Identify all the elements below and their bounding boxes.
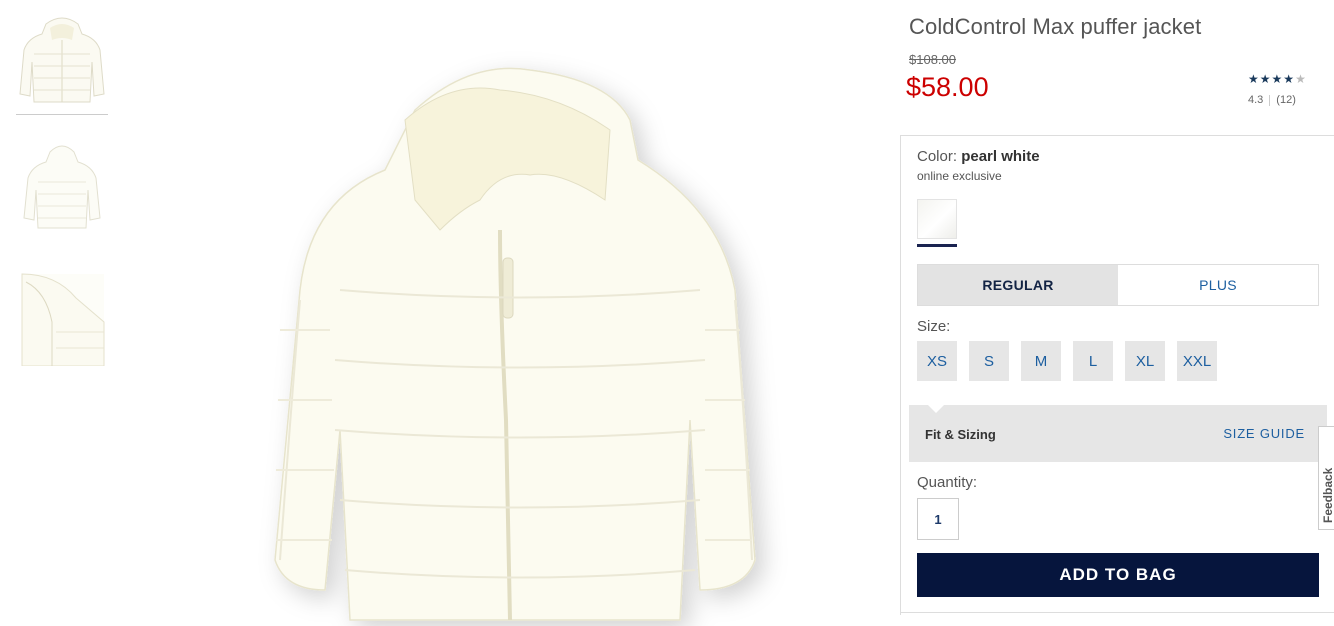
star-icon: ★ bbox=[1271, 72, 1283, 86]
size-button-m[interactable]: M bbox=[1021, 341, 1061, 381]
star-icon: ★ bbox=[1248, 72, 1259, 86]
size-button-s[interactable]: S bbox=[969, 341, 1009, 381]
rating-value: 4.3 bbox=[1248, 94, 1264, 106]
rating-stars: ★ ★ ★ ★ ★ bbox=[1248, 72, 1328, 86]
original-price: $108.00 bbox=[909, 52, 956, 67]
size-options: XS S M L XL XXL bbox=[917, 341, 1217, 381]
thumbnail-back[interactable] bbox=[16, 136, 108, 240]
product-rating[interactable]: ★ ★ ★ ★ ★ 4.3 (12) bbox=[1248, 72, 1328, 106]
tab-regular[interactable]: REGULAR bbox=[918, 265, 1118, 305]
fit-sizing-box: Fit & Sizing SIZE GUIDE bbox=[909, 404, 1327, 462]
fit-tabs: REGULAR PLUS bbox=[917, 264, 1319, 306]
fit-sizing-title: Fit & Sizing bbox=[925, 427, 996, 442]
sale-price: $58.00 bbox=[906, 72, 989, 102]
product-title: ColdControl Max puffer jacket bbox=[909, 14, 1202, 39]
add-to-bag-button[interactable]: ADD TO BAG bbox=[917, 553, 1319, 597]
star-icon: ★ bbox=[1283, 72, 1295, 86]
size-button-xl[interactable]: XL bbox=[1125, 341, 1165, 381]
online-exclusive-note: online exclusive bbox=[917, 169, 1002, 183]
size-button-l[interactable]: L bbox=[1073, 341, 1113, 381]
color-label-text: Color: bbox=[917, 148, 958, 165]
size-guide-link[interactable]: SIZE GUIDE bbox=[1223, 426, 1305, 441]
size-button-xxl[interactable]: XXL bbox=[1177, 341, 1217, 381]
color-label: Color: pearl white bbox=[917, 148, 1040, 165]
quantity-input[interactable]: 1 bbox=[917, 498, 959, 540]
size-label: Size: bbox=[917, 318, 951, 335]
panel-divider bbox=[900, 612, 1334, 613]
feedback-label: Feedback bbox=[1321, 467, 1334, 523]
tab-plus[interactable]: PLUS bbox=[1118, 265, 1318, 305]
quantity-label: Quantity: bbox=[917, 474, 978, 491]
size-button-xs[interactable]: XS bbox=[917, 341, 957, 381]
thumbnail-detail[interactable] bbox=[16, 262, 108, 366]
swatch-selected-indicator bbox=[917, 244, 957, 247]
star-icon: ★ bbox=[1259, 72, 1271, 86]
thumbnail-list bbox=[16, 10, 108, 366]
color-name: pearl white bbox=[961, 148, 1040, 165]
feedback-tab[interactable]: Feedback bbox=[1318, 426, 1334, 530]
review-count[interactable]: (12) bbox=[1276, 94, 1296, 106]
rating-divider bbox=[1269, 94, 1271, 106]
product-page: ColdControl Max puffer jacket $108.00 $5… bbox=[0, 0, 1334, 626]
product-main-image[interactable] bbox=[200, 0, 840, 626]
thumbnail-front[interactable] bbox=[16, 10, 108, 115]
color-swatch-pearl-white[interactable] bbox=[917, 199, 957, 239]
star-half-icon: ★ bbox=[1295, 72, 1306, 86]
